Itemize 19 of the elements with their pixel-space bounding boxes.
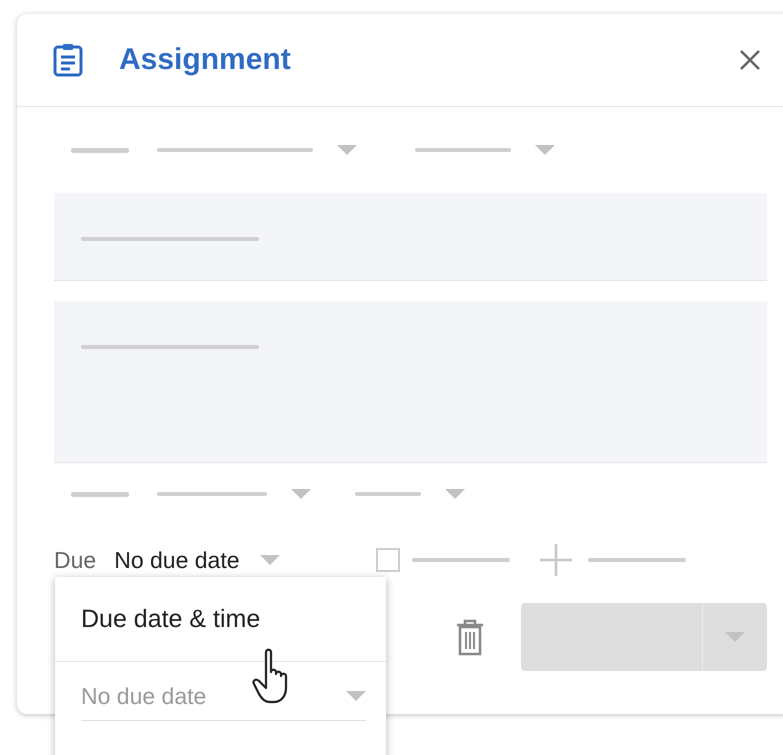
checkbox[interactable]	[376, 548, 400, 572]
placeholder-line	[355, 492, 421, 496]
split-button[interactable]	[521, 603, 767, 671]
clipboard-icon	[53, 43, 83, 77]
caret-icon	[260, 555, 280, 565]
caret-icon	[725, 632, 745, 642]
plus-icon[interactable]	[538, 542, 574, 578]
due-label: Due	[54, 546, 96, 574]
placeholder-line	[71, 492, 129, 496]
caret-icon	[445, 489, 465, 499]
due-dropdown[interactable]: No due date	[114, 546, 240, 574]
trash-icon[interactable]	[455, 618, 485, 656]
caret-icon	[535, 145, 555, 155]
placeholder-line	[71, 148, 129, 152]
caret-icon	[337, 145, 357, 155]
caret-icon	[346, 691, 366, 701]
close-icon[interactable]	[739, 49, 761, 71]
dialog-title: Assignment	[119, 43, 292, 77]
caret-icon	[291, 489, 311, 499]
